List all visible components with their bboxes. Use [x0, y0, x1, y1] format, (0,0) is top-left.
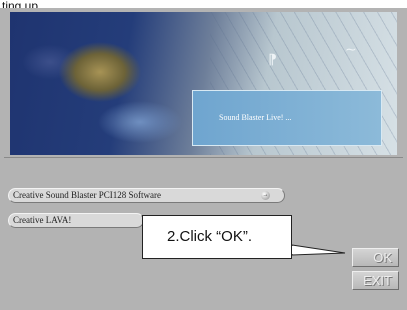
ok-button[interactable]: OK [352, 248, 399, 267]
seagull-icon: ⁋ [268, 51, 277, 67]
banner-title-text: Sound Blaster Live! ... [219, 113, 292, 122]
sound-blaster-software-button[interactable]: Creative Sound Blaster PCI128 Software → [8, 188, 285, 203]
item-label: Creative Sound Blaster PCI128 Software [13, 190, 161, 200]
banner-artwork [10, 12, 200, 155]
banner-image: ⁋ ∼ Sound Blaster Live! ... [10, 12, 397, 155]
divider [4, 157, 403, 158]
item-label: Creative LAVA! [13, 215, 72, 225]
arrow-icon: → [261, 191, 270, 200]
installer-window: ⁋ ∼ Sound Blaster Live! ... Creative Sou… [0, 8, 407, 310]
banner-title-box: Sound Blaster Live! ... [192, 90, 382, 146]
instruction-callout: 2.Click “OK”. [142, 215, 292, 259]
lava-button[interactable]: Creative LAVA! [8, 213, 144, 228]
exit-button[interactable]: EXIT [352, 271, 399, 290]
page-heading: ting up [2, 0, 39, 8]
seagull-icon: ∼ [345, 41, 357, 57]
